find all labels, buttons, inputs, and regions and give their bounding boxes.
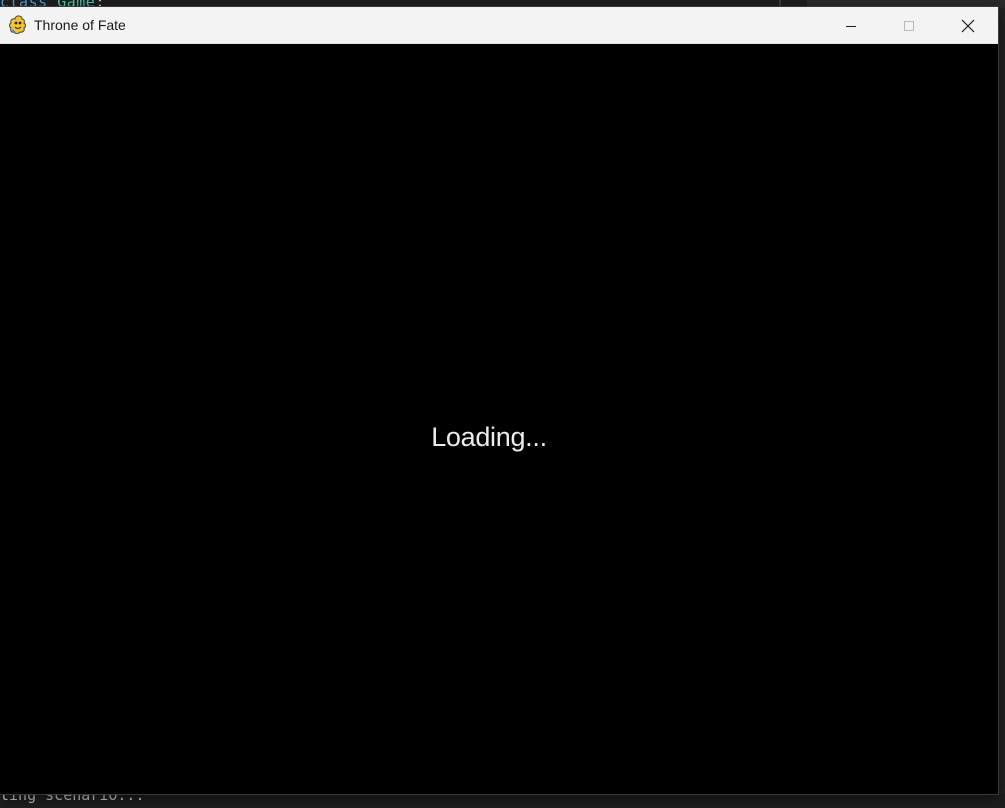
game-window[interactable]: Throne of Fate Loading... <box>0 7 998 794</box>
window-title: Throne of Fate <box>34 17 126 33</box>
pygame-snake-icon <box>9 15 27 35</box>
minimize-button[interactable] <box>822 7 880 44</box>
maximize-button[interactable] <box>880 7 938 44</box>
title-bar[interactable]: Throne of Fate <box>0 7 998 44</box>
maximize-icon <box>903 20 915 32</box>
loading-text: Loading... <box>431 422 547 452</box>
close-icon <box>961 19 975 33</box>
close-button[interactable] <box>938 7 998 44</box>
minimize-icon <box>845 20 857 32</box>
game-canvas[interactable]: Loading... <box>0 44 998 794</box>
background-right-edge <box>999 8 1005 794</box>
